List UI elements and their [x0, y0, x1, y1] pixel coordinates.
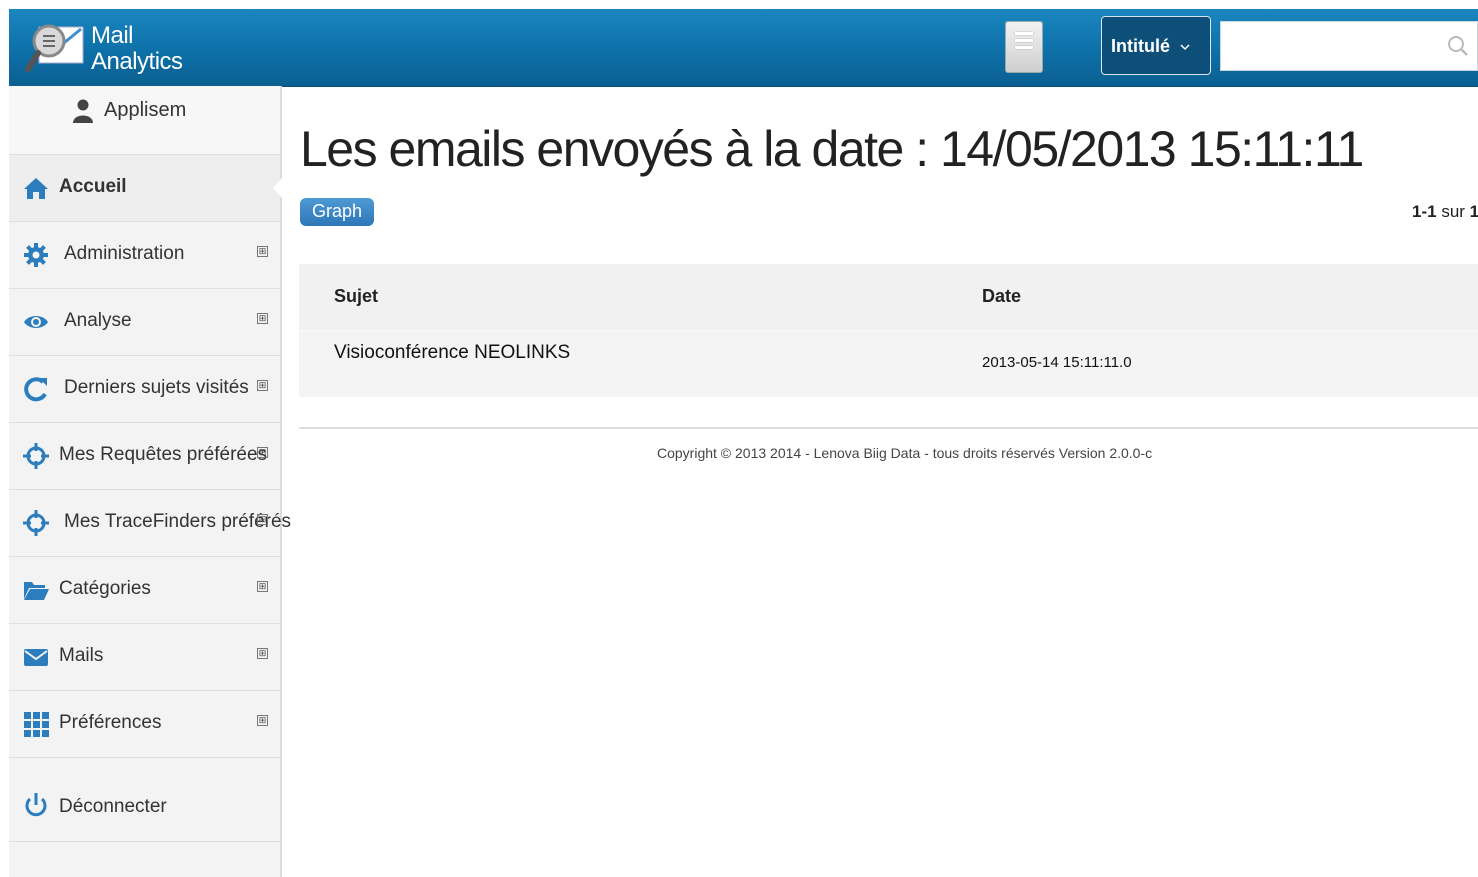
user-icon [73, 99, 93, 123]
grid-icon [24, 712, 49, 737]
user-panel: Applisem [9, 86, 280, 155]
crosshair-icon [23, 443, 49, 469]
expand-icon[interactable]: ⊞ [257, 715, 268, 726]
column-header-sujet[interactable]: Sujet [334, 286, 378, 307]
expand-icon[interactable]: ⊞ [257, 581, 268, 592]
divider [299, 427, 1478, 429]
sidebar-item-label: Préférences [59, 712, 162, 733]
sidebar-item-label: Derniers sujets visités [64, 377, 249, 398]
folder-icon [24, 582, 49, 600]
gear-icon [24, 243, 48, 267]
sidebar-item-administration[interactable]: Administration ⊞ [9, 222, 280, 289]
sidebar-item-label: Administration [64, 243, 185, 264]
sidebar-item-label: Déconnecter [59, 796, 167, 817]
envelope-icon [24, 649, 48, 666]
sidebar-item-label: Mails [59, 645, 104, 666]
email-subject-cell[interactable]: Visioconférence NEOLINKS [334, 342, 570, 364]
active-indicator [273, 178, 282, 198]
expand-icon[interactable]: ⊞ [257, 313, 268, 324]
emails-table: Sujet Date Visioconférence NEOLINKS 2013… [299, 264, 1478, 397]
sidebar-item-label: Catégories [59, 578, 151, 599]
sidebar-item-tracefinders-preferes[interactable]: Mes TraceFinders préférés ⊞ [9, 490, 291, 557]
sidebar-item-requetes-preferees[interactable]: Mes Requêtes préférées ⊞ [9, 423, 280, 490]
sidebar-item-deconnecter[interactable]: Déconnecter [9, 758, 280, 842]
expand-icon[interactable]: ⊞ [257, 514, 268, 525]
column-header-date[interactable]: Date [982, 286, 1021, 307]
crosshair-icon [23, 510, 49, 536]
menu-bar-icon [1015, 39, 1033, 42]
pagination-separator: sur [1441, 202, 1465, 221]
graph-button[interactable]: Graph [300, 198, 374, 226]
expand-icon[interactable]: ⊞ [257, 447, 268, 458]
menu-bar-icon [1015, 46, 1033, 49]
brand-line1: Mail [91, 22, 134, 49]
expand-icon[interactable]: ⊞ [257, 648, 268, 659]
refresh-icon [24, 377, 47, 402]
menu-bar-icon [1015, 32, 1033, 35]
power-icon [25, 793, 47, 817]
search-icon[interactable] [1447, 35, 1469, 57]
sidebar-item-categories[interactable]: Catégories ⊞ [9, 557, 280, 624]
pagination-range: 1-1 [1412, 202, 1437, 221]
eye-icon [24, 316, 48, 328]
search-box[interactable] [1220, 21, 1478, 71]
table-header-row: Sujet Date [299, 264, 1478, 331]
pagination-total: 1 [1469, 202, 1478, 221]
table-row[interactable]: Visioconférence NEOLINKS 2013-05-14 15:1… [299, 330, 1478, 397]
sidebar-item-accueil[interactable]: Accueil [9, 155, 282, 222]
field-select-dropdown[interactable]: Intitulé [1101, 16, 1211, 75]
sidebar-item-mails[interactable]: Mails ⊞ [9, 624, 280, 691]
brand-name: Mail Analytics [91, 23, 183, 75]
field-select-label: Intitulé [1111, 36, 1170, 56]
email-date-cell: 2013-05-14 15:11:11.0 [982, 354, 1132, 371]
chevron-down-icon [1180, 44, 1190, 51]
sidebar-item-derniers-sujets[interactable]: Derniers sujets visités ⊞ [9, 356, 280, 423]
footer-copyright: Copyright © 2013 2014 - Lenova Biig Data… [657, 445, 1153, 461]
expand-icon[interactable]: ⊞ [257, 380, 268, 391]
sidebar-item-label: Accueil [59, 176, 127, 197]
brand-line2: Analytics [91, 48, 183, 75]
menu-toggle-button[interactable] [1005, 21, 1043, 73]
sidebar-item-preferences[interactable]: Préférences ⊞ [9, 691, 280, 758]
home-icon [24, 178, 48, 199]
expand-icon[interactable]: ⊞ [257, 246, 268, 257]
sidebar: Applisem Accueil Administration ⊞ Analys… [9, 86, 291, 877]
sidebar-item-label: Mes Requêtes préférées [59, 444, 268, 465]
page-title: Les emails envoyés à la date : 14/05/201… [300, 121, 1364, 177]
top-bar: Mail Analytics Intitulé [9, 9, 1478, 87]
sidebar-item-analyse[interactable]: Analyse ⊞ [9, 289, 280, 356]
mail-analytics-logo[interactable] [25, 17, 87, 79]
sidebar-item-label: Analyse [64, 310, 132, 331]
user-name[interactable]: Applisem [104, 99, 186, 122]
search-input[interactable] [1221, 22, 1451, 70]
pagination-info: 1-1 sur 1 [1412, 202, 1478, 222]
